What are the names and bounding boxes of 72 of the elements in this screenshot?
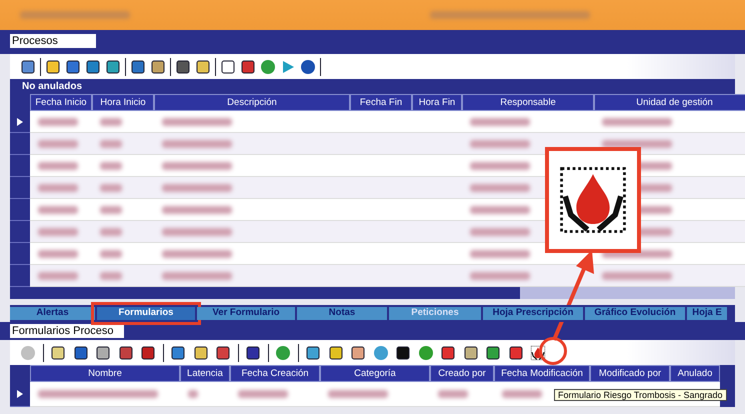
column-header[interactable]: Fecha Creación bbox=[230, 365, 320, 382]
blurred-text bbox=[100, 184, 122, 192]
blurred-text bbox=[38, 184, 78, 192]
blurred-text bbox=[438, 390, 468, 398]
group-label: No anulados bbox=[10, 79, 735, 94]
blurred-text bbox=[100, 228, 122, 236]
tab[interactable]: Notas bbox=[297, 307, 387, 320]
blurred-text bbox=[470, 206, 530, 214]
blurred-text bbox=[470, 250, 530, 258]
blurred-text bbox=[162, 206, 232, 214]
column-header[interactable]: Responsable bbox=[462, 94, 594, 111]
blurred-text bbox=[162, 162, 232, 170]
play-icon[interactable] bbox=[280, 58, 296, 74]
blurred-text bbox=[100, 272, 122, 280]
column-header[interactable]: Descripción bbox=[154, 94, 350, 111]
tab[interactable]: Gráfico Evolución bbox=[585, 307, 685, 320]
column-header[interactable]: Latencia bbox=[180, 365, 230, 382]
blurred-text bbox=[470, 162, 530, 170]
blurred-text bbox=[162, 118, 232, 126]
column-header[interactable]: Nombre bbox=[30, 365, 180, 382]
blurred-text bbox=[38, 140, 78, 148]
blurred-text bbox=[162, 140, 232, 148]
blurred-text bbox=[188, 390, 198, 398]
blurred-text bbox=[38, 228, 78, 236]
column-header[interactable]: Hora Fin bbox=[412, 94, 462, 111]
column-header[interactable]: Categoría bbox=[320, 365, 430, 382]
tab[interactable]: Hoja Prescripción bbox=[483, 307, 583, 320]
scrollbar-thumb[interactable] bbox=[10, 287, 520, 299]
blurred-text bbox=[100, 118, 122, 126]
blurred-text bbox=[38, 250, 78, 258]
column-header[interactable]: Modificado por bbox=[590, 365, 670, 382]
tab[interactable]: Hoja E bbox=[687, 307, 727, 320]
blurred-text bbox=[602, 118, 672, 126]
blurred-text bbox=[502, 390, 542, 398]
blurred-text bbox=[470, 228, 530, 236]
blurred-text bbox=[602, 272, 672, 280]
blurred-text bbox=[100, 250, 122, 258]
column-header[interactable]: Fecha Fin bbox=[350, 94, 412, 111]
blurred-text bbox=[328, 390, 388, 398]
tab[interactable]: Ver Formulario bbox=[197, 307, 295, 320]
tooltip: Formulario Riesgo Trombosis - Sangrado bbox=[554, 389, 727, 401]
panel-title: Procesos bbox=[10, 34, 96, 48]
blurred-text bbox=[38, 272, 78, 280]
column-header[interactable]: Fecha Inicio bbox=[30, 94, 92, 111]
blurred-text bbox=[38, 162, 78, 170]
blurred-text bbox=[38, 206, 78, 214]
row-pointer-icon bbox=[17, 390, 23, 398]
blurred-text bbox=[162, 228, 232, 236]
row-pointer-icon bbox=[17, 118, 23, 126]
blurred-text bbox=[470, 140, 530, 148]
blurred-text bbox=[162, 250, 232, 258]
blurred-text bbox=[238, 390, 288, 398]
blurred-text bbox=[38, 118, 78, 126]
column-header[interactable]: Fecha Modificación bbox=[494, 365, 590, 382]
blurred-text bbox=[100, 206, 122, 214]
blurred-text bbox=[162, 184, 232, 192]
column-header[interactable]: Hora Inicio bbox=[92, 94, 154, 111]
blurred-text bbox=[602, 140, 672, 148]
blurred-text bbox=[162, 272, 232, 280]
blurred-text bbox=[100, 162, 122, 170]
blurred-text bbox=[100, 140, 122, 148]
column-header[interactable]: Unidad de gestión bbox=[594, 94, 745, 111]
blurred-text bbox=[470, 272, 530, 280]
blurred-text bbox=[470, 118, 530, 126]
tab[interactable]: Alertas bbox=[10, 307, 95, 320]
highlight-circle bbox=[539, 337, 567, 365]
column-header[interactable]: Creado por bbox=[430, 365, 494, 382]
blurred-text bbox=[470, 184, 530, 192]
panel-title: Formularios Proceso bbox=[10, 324, 124, 338]
column-header[interactable]: Anulado bbox=[670, 365, 720, 382]
tab[interactable]: Formularios bbox=[97, 307, 195, 320]
blood-drop-hands-icon[interactable] bbox=[530, 344, 546, 360]
